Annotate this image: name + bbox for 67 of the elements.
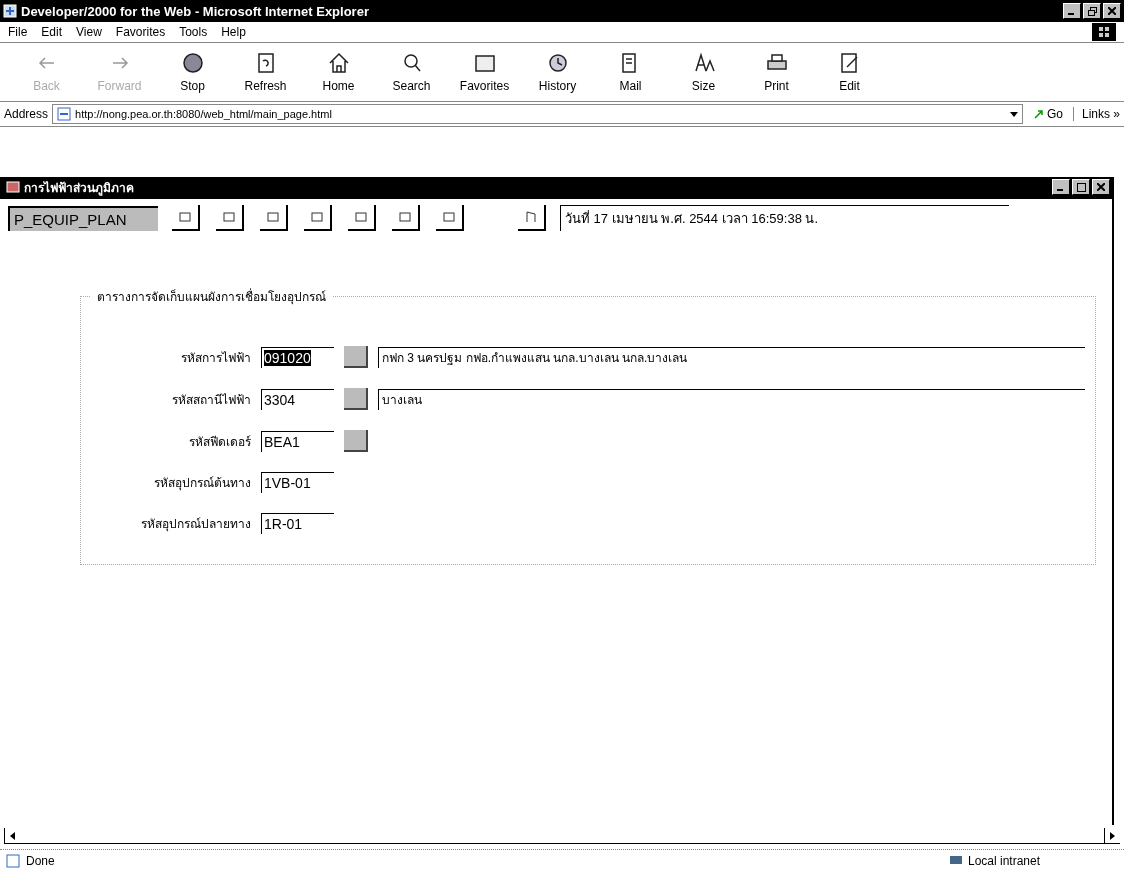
- toolbar-button[interactable]: Mail: [594, 51, 667, 93]
- toolbar-button[interactable]: Home: [302, 51, 375, 93]
- go-button[interactable]: Go: [1026, 107, 1069, 121]
- document-icon: [266, 211, 280, 223]
- menu-item[interactable]: File: [8, 25, 28, 39]
- menu-item[interactable]: Edit: [41, 25, 63, 39]
- document-icon: [354, 211, 368, 223]
- toolbar-button[interactable]: Size: [667, 51, 740, 93]
- menu-item[interactable]: Tools: [179, 25, 208, 39]
- toolbar-button[interactable]: Refresh: [229, 51, 302, 93]
- page-icon: [6, 854, 20, 868]
- restore-icon: [1087, 6, 1097, 16]
- document-icon: [398, 211, 412, 223]
- group-title: ตารางการจัดเก็บแผนผังการเชื่อมโยงอุปกรณ์: [96, 287, 327, 306]
- document-icon: [178, 211, 192, 223]
- document-icon: [222, 211, 236, 223]
- menu-item[interactable]: Help: [221, 25, 246, 39]
- links-button[interactable]: Links »: [1072, 107, 1120, 121]
- close-icon: [1108, 7, 1116, 15]
- lookup-button[interactable]: [344, 388, 368, 410]
- status-text: Done: [26, 854, 55, 868]
- minimize-button[interactable]: [1063, 3, 1081, 19]
- description-field: กฟก 3 นครปฐม กฟอ.กำแพงแสน นกล.บางเลน นกล.บางเลน: [378, 346, 1085, 368]
- document-icon: [310, 211, 324, 223]
- field-label: รหัสฟีดเดอร์: [188, 433, 251, 451]
- input-field[interactable]: 3304: [261, 388, 334, 410]
- close-icon: [1097, 183, 1105, 191]
- input-field[interactable]: 1R-01: [261, 513, 334, 534]
- field-label: รหัสอุปกรณ์ต้นทาง: [153, 475, 251, 492]
- minimize-button[interactable]: [1052, 179, 1070, 195]
- form-window-title: การไฟฟ้าส่วนภูมิภาค: [24, 179, 135, 197]
- input-field[interactable]: 1VB-01: [261, 472, 334, 493]
- date-time-display: วันที่ 17 เมษายน พ.ศ. 2544 เวลา 16:59:38 น.: [560, 205, 1009, 231]
- close-button[interactable]: [1092, 179, 1110, 195]
- lookup-button[interactable]: [344, 430, 368, 452]
- toolbar-button[interactable]: Edit: [813, 51, 886, 93]
- menu-item[interactable]: Favorites: [115, 25, 166, 39]
- address-label: Address: [4, 107, 49, 121]
- window-title: Developer/2000 for the Web - Microsoft Internet Explorer: [21, 3, 370, 19]
- browser-icon: [3, 4, 17, 18]
- zone-text: Local intranet: [968, 854, 1041, 868]
- page-icon: [57, 107, 72, 121]
- form-name-field: P_EQUIP_PLAN: [8, 205, 158, 231]
- input-field[interactable]: 091020: [261, 346, 334, 368]
- toolbar-button[interactable]: History: [521, 51, 594, 93]
- go-arrow-icon: [1032, 108, 1045, 120]
- toolbar-button[interactable]: Search: [375, 51, 448, 93]
- field-label: รหัสอุปกรณ์ปลายทาง: [140, 516, 251, 533]
- toolbar-button[interactable]: Stop: [156, 51, 229, 93]
- lookup-button[interactable]: [344, 346, 368, 368]
- app-icon: [6, 180, 20, 194]
- dropdown-icon: [1009, 111, 1018, 117]
- right-arrow-icon: [1110, 831, 1115, 840]
- field-label: รหัสการไฟฟ้า: [180, 349, 251, 367]
- menu-item[interactable]: View: [76, 25, 102, 39]
- restore-button[interactable]: [1083, 3, 1101, 19]
- maximize-icon: [1076, 182, 1086, 192]
- toolbar-button[interactable]: Favorites: [448, 51, 521, 93]
- field-label: รหัสสถานีไฟฟ้า: [171, 391, 251, 409]
- toolbar-button[interactable]: Print: [740, 51, 813, 93]
- maximize-button[interactable]: [1072, 179, 1090, 195]
- left-arrow-icon: [10, 831, 15, 840]
- close-button[interactable]: [1103, 3, 1121, 19]
- address-field[interactable]: http://nong.pea.or.th:8080/web_html/main_page.html: [52, 104, 1023, 124]
- input-field[interactable]: BEA1: [261, 430, 334, 452]
- description-field: บางเลน: [378, 388, 1085, 410]
- document-icon: [442, 211, 456, 223]
